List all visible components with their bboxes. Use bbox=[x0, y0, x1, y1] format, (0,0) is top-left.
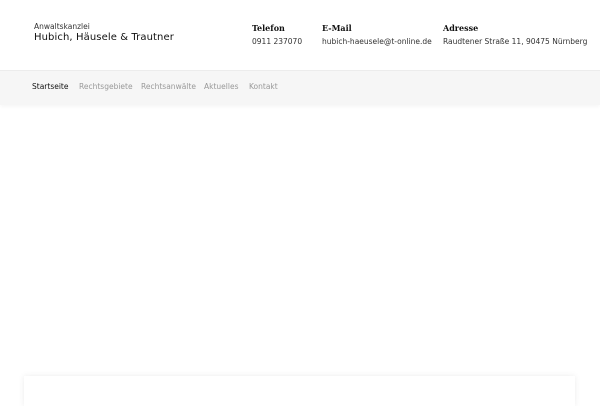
brand-name: Hubich, Häusele & Trautner bbox=[34, 32, 174, 43]
nav-item-rechtsgebiete[interactable]: Rechtsgebiete bbox=[79, 81, 133, 93]
contact-phone-value[interactable]: 0911 237070 bbox=[252, 36, 302, 48]
nav-item-kontakt[interactable]: Kontakt bbox=[249, 81, 278, 93]
nav-item-rechtsanwaelte[interactable]: Rechtsanwälte bbox=[141, 81, 196, 93]
contact-phone-label: Telefon bbox=[252, 23, 285, 33]
main-navigation: Startseite Rechtsgebiete Rechtsanwälte A… bbox=[0, 70, 600, 105]
contact-address: Adresse Raudtener Straße 11, 90475 Nürnb… bbox=[443, 23, 587, 48]
nav-item-aktuelles[interactable]: Aktuelles bbox=[204, 81, 238, 93]
brand-subtitle: Anwaltskanzlei bbox=[34, 22, 90, 31]
content-card bbox=[24, 376, 575, 406]
nav-item-startseite[interactable]: Startseite bbox=[32, 81, 68, 93]
site-logo[interactable]: Anwaltskanzlei Hubich, Häusele & Trautne… bbox=[34, 22, 174, 44]
contact-address-label: Adresse bbox=[443, 23, 479, 33]
contact-phone: Telefon 0911 237070 bbox=[252, 23, 302, 48]
site-header: Anwaltskanzlei Hubich, Häusele & Trautne… bbox=[0, 0, 600, 70]
contact-address-value: Raudtener Straße 11, 90475 Nürnberg bbox=[443, 37, 588, 46]
contact-email-label: E-Mail bbox=[322, 23, 352, 33]
contact-email-value[interactable]: hubich-haeusele@t-online.de bbox=[322, 36, 432, 48]
contact-email: E-Mail hubich-haeusele@t-online.de bbox=[322, 23, 432, 48]
